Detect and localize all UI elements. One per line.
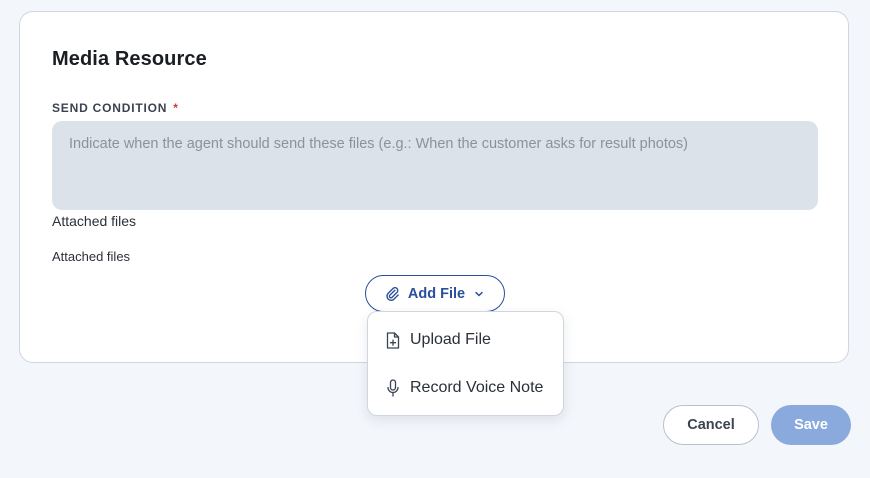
required-marker: * xyxy=(173,101,179,115)
send-condition-placeholder: Indicate when the agent should send thes… xyxy=(69,136,689,152)
microphone-icon xyxy=(386,379,400,397)
add-file-label: Add File xyxy=(407,285,466,302)
attached-files-label: Attached files xyxy=(52,213,137,229)
add-file-menu: Upload File Record Voice Note xyxy=(367,311,564,416)
file-upload-icon xyxy=(386,331,400,349)
send-condition-label-text: SEND CONDITION xyxy=(52,101,168,115)
menu-item-label: Upload File xyxy=(410,331,491,348)
send-condition-label: SEND CONDITION * xyxy=(52,101,179,115)
save-button[interactable]: Save xyxy=(771,405,851,445)
menu-item-upload-file[interactable]: Upload File xyxy=(368,317,563,363)
chevron-down-icon xyxy=(473,288,485,300)
paperclip-icon xyxy=(385,286,400,301)
cancel-button[interactable]: Cancel xyxy=(663,405,759,445)
add-file-button[interactable]: Add File xyxy=(365,275,505,312)
menu-item-record-voice-note[interactable]: Record Voice Note xyxy=(368,365,563,411)
attached-files-subtitle: Attached files xyxy=(52,249,131,264)
menu-item-label: Record Voice Note xyxy=(410,379,544,396)
dialog-title: Media Resource xyxy=(52,48,207,70)
send-condition-input[interactable]: Indicate when the agent should send thes… xyxy=(52,121,818,210)
